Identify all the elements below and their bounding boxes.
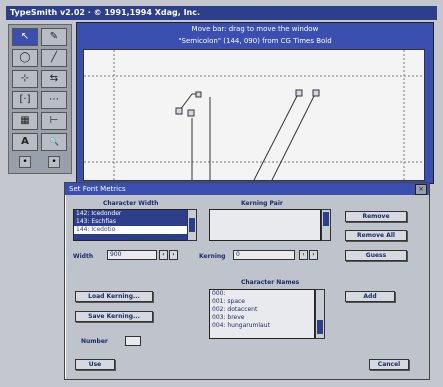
list-item[interactable]: 144: Icedotio bbox=[74, 226, 188, 234]
char-names-scrollbar[interactable] bbox=[315, 289, 325, 339]
grid-icon[interactable]: ▦ bbox=[12, 112, 38, 130]
width-field[interactable]: 900 bbox=[107, 250, 157, 260]
kerning-pair-label: Kerning Pair bbox=[241, 200, 283, 207]
char-list-scrollbar[interactable] bbox=[187, 209, 197, 241]
close-icon[interactable]: × bbox=[415, 184, 427, 195]
width-increment[interactable]: › bbox=[169, 250, 178, 260]
char-width-label: Character Width bbox=[103, 200, 159, 207]
node-icon[interactable]: ⊹ bbox=[12, 70, 38, 88]
use-button[interactable]: Use bbox=[75, 359, 115, 370]
list-item[interactable]: 003: breve bbox=[210, 314, 314, 322]
list-item[interactable]: 000: bbox=[210, 290, 314, 298]
move-bar-hint[interactable]: Move bar: drag to move the window bbox=[77, 23, 433, 35]
kerning-decrement[interactable]: ‹ bbox=[299, 250, 308, 260]
font-metrics-dialog: Set Font Metrics × Character Width 142: … bbox=[64, 182, 430, 380]
magnify-icon[interactable]: 🔍 bbox=[41, 133, 67, 151]
glyph-outline bbox=[84, 50, 424, 180]
scroll-thumb[interactable] bbox=[323, 212, 329, 226]
load-kerning-button[interactable]: Load Kerning... bbox=[75, 291, 153, 302]
toolbox: ↖ ✎ ◯ ╱ ⊹ ⇆ [·] ⋯ ▦ ⊢ A 🔍 • • bbox=[8, 24, 72, 174]
list-item[interactable]: 143: Eschfias bbox=[74, 218, 188, 226]
number-checkbox[interactable] bbox=[125, 336, 141, 346]
typesmith-app: TypeSmith v2.02 · © 1991,1994 Xdag, Inc.… bbox=[0, 0, 443, 387]
list-item[interactable]: 002: dotaccent bbox=[210, 306, 314, 314]
metrics-icon[interactable]: ⊢ bbox=[41, 112, 67, 130]
save-kerning-button[interactable]: Save Kerning... bbox=[75, 311, 153, 322]
glyph-editor-window: Move bar: drag to move the window "Semic… bbox=[76, 22, 434, 184]
pen-icon[interactable]: ✎ bbox=[41, 28, 67, 46]
ellipse-icon[interactable]: ◯ bbox=[12, 49, 38, 67]
width-decrement[interactable]: ‹ bbox=[159, 250, 168, 260]
kerning-list-scrollbar[interactable] bbox=[321, 209, 331, 241]
scroll-thumb[interactable] bbox=[317, 320, 323, 334]
guess-button[interactable]: Guess bbox=[345, 250, 407, 261]
list-item[interactable]: 001: space bbox=[210, 298, 314, 306]
width-label: Width bbox=[73, 253, 94, 260]
list-item[interactable]: 142: Icedonder bbox=[74, 210, 188, 218]
number-label: Number bbox=[81, 338, 108, 345]
split-icon[interactable]: ⇆ bbox=[41, 70, 67, 88]
right-dot-icon[interactable]: • bbox=[48, 156, 60, 168]
kerning-pair-list[interactable] bbox=[209, 209, 321, 241]
remove-button[interactable]: Remove bbox=[345, 211, 407, 222]
window-titlebar[interactable]: TypeSmith v2.02 · © 1991,1994 Xdag, Inc. bbox=[6, 6, 437, 20]
curve-icon[interactable]: ╱ bbox=[41, 49, 67, 67]
glyph-title: "Semicolon" (144, 090) from CG Times Bol… bbox=[178, 37, 332, 45]
dialog-title[interactable]: Set Font Metrics bbox=[65, 183, 429, 195]
scroll-thumb[interactable] bbox=[189, 218, 195, 232]
arrow-icon[interactable]: ↖ bbox=[12, 28, 38, 46]
char-width-list[interactable]: 142: Icedonder 143: Eschfias 144: Icedot… bbox=[73, 209, 189, 241]
hint-icon[interactable]: ⋯ bbox=[41, 91, 67, 109]
text-tool-icon[interactable]: A bbox=[12, 133, 38, 151]
add-button[interactable]: Add bbox=[345, 291, 395, 302]
list-item[interactable]: 004: hungarumlaut bbox=[210, 322, 314, 330]
kerning-label: Kerning bbox=[199, 253, 226, 260]
glyph-canvas[interactable] bbox=[83, 49, 425, 181]
kerning-increment[interactable]: › bbox=[309, 250, 318, 260]
kerning-field[interactable]: 0 bbox=[233, 250, 295, 260]
remove-all-button[interactable]: Remove All bbox=[345, 230, 407, 241]
left-dot-icon[interactable]: • bbox=[19, 156, 31, 168]
cancel-button[interactable]: Cancel bbox=[369, 359, 409, 370]
char-names-list[interactable]: 000: 001: space 002: dotaccent 003: brev… bbox=[209, 289, 315, 339]
char-names-label: Character Names bbox=[241, 279, 300, 286]
bracket-icon[interactable]: [·] bbox=[12, 91, 38, 109]
